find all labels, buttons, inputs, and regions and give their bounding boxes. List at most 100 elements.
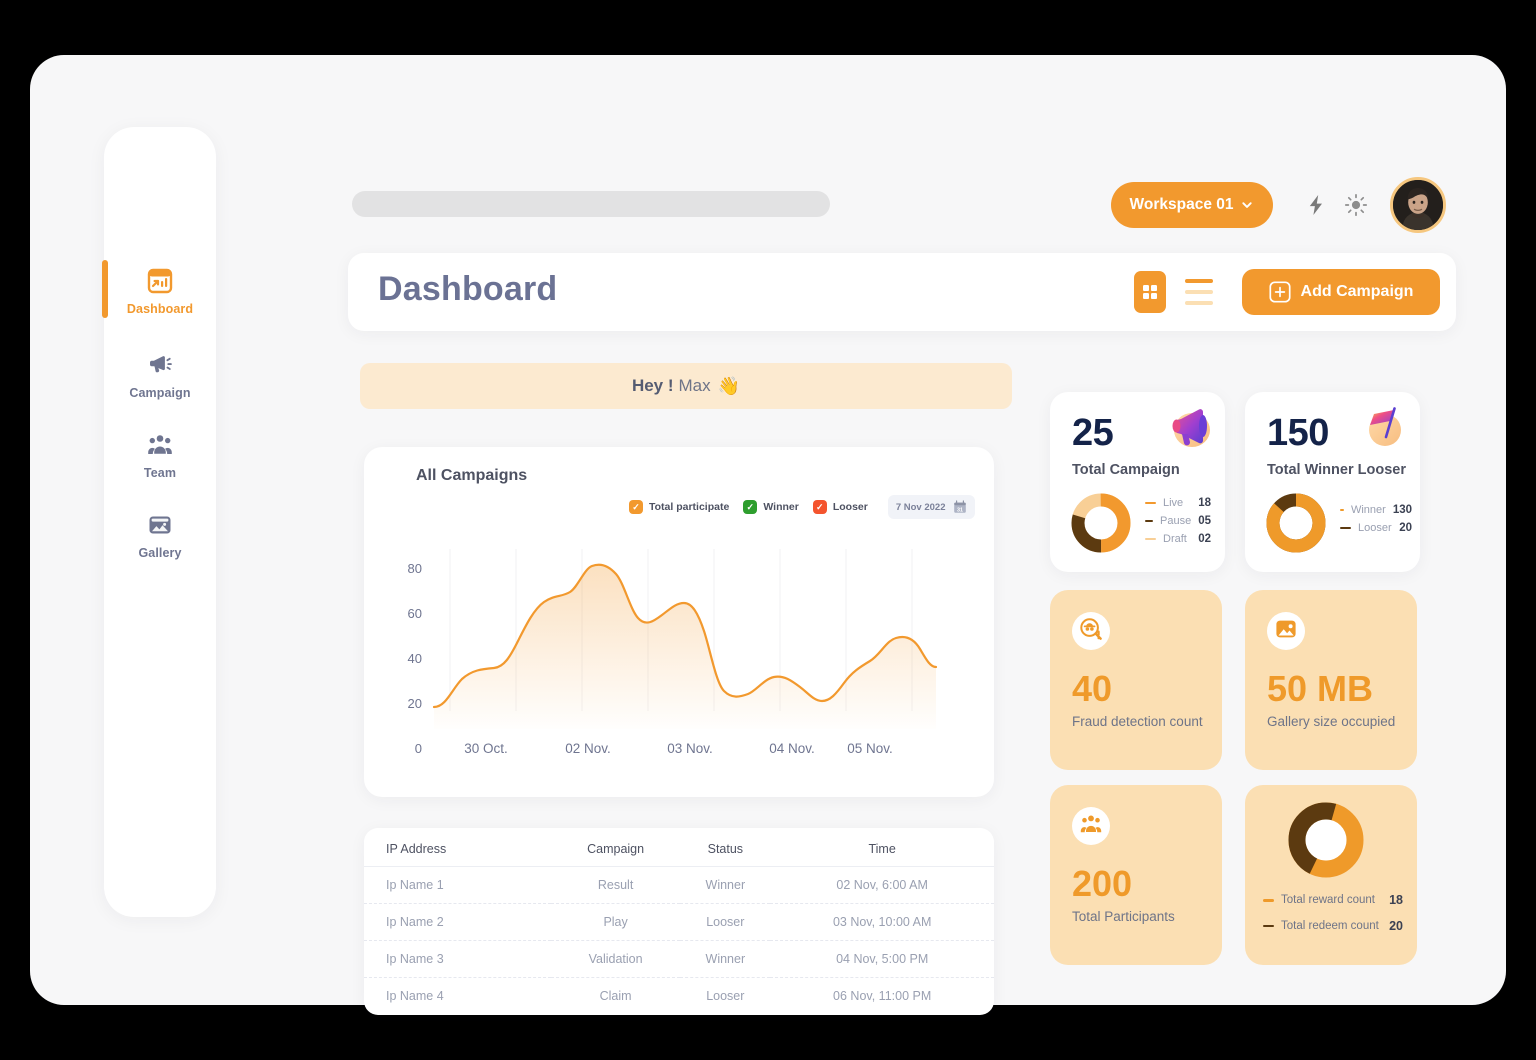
add-campaign-button[interactable]: Add Campaign [1242, 269, 1440, 315]
chart-card: All Campaigns ✓ Total participate ✓ Winn… [364, 447, 994, 797]
sidebar-item-team[interactable]: Team [104, 431, 216, 480]
svg-text:05 Nov.: 05 Nov. [847, 741, 893, 756]
sidebar-item-campaign[interactable]: Campaign [104, 351, 216, 400]
svg-text:31: 31 [957, 507, 963, 513]
gallery-size-card[interactable]: 50 MB Gallery size occupied [1245, 590, 1417, 770]
breakdown-value: 18 [1389, 893, 1403, 907]
dashboard-chart-icon [146, 267, 174, 295]
people-group-icon [1079, 812, 1103, 841]
cell-ip: Ip Name 1 [364, 866, 551, 904]
cell-ip: Ip Name 3 [364, 940, 551, 978]
cell-status: Looser [706, 989, 745, 1003]
cell-time: 02 Nov, 6:00 AM [770, 866, 994, 904]
svg-text:02 Nov.: 02 Nov. [565, 741, 611, 756]
legend-checkbox[interactable]: ✓ [812, 500, 827, 514]
reward-redeem-donut-chart [1285, 799, 1367, 886]
legend-dash [1145, 537, 1156, 541]
chart-title: All Campaigns [416, 467, 528, 484]
breakdown-value: 20 [1389, 918, 1403, 933]
flag-3d-icon [1361, 404, 1409, 457]
activity-table-card: IP Address Campaign Status Time Ip Name … [364, 828, 994, 1015]
list-view-icon[interactable] [1185, 279, 1213, 305]
legend-label: Total participate [649, 501, 730, 513]
greeting-hey: Hey ! [631, 376, 674, 395]
activity-table: IP Address Campaign Status Time Ip Name … [364, 828, 994, 1014]
legend-label: Winner [763, 501, 799, 513]
cell-ip: Ip Name 2 [364, 903, 551, 941]
participants-icon-wrap [1072, 807, 1110, 845]
legend-checkbox[interactable]: ✓ [629, 500, 643, 514]
cell-campaign: Play [550, 903, 681, 941]
breakdown-label: Total reward count [1281, 894, 1375, 906]
chevron-down-icon [1240, 198, 1254, 212]
gallery-size-caption: Gallery size occupied [1267, 714, 1396, 729]
page-title: Dashboard [378, 270, 558, 308]
table-row[interactable]: Ip Name 2 Play Looser 03 Nov, 10:00 AM [364, 903, 994, 941]
column-header-status: Status [680, 828, 771, 867]
grid-view-icon[interactable] [1134, 271, 1166, 313]
legend-item-winner[interactable]: ✓ Winner [743, 500, 799, 514]
gallery-size-value: 50 MB [1267, 668, 1374, 709]
sun-icon[interactable] [1344, 193, 1368, 217]
plus-square-icon [1268, 281, 1291, 303]
sidebar-item-gallery[interactable]: Gallery [104, 511, 216, 560]
legend-checkbox[interactable]: ✓ [743, 500, 758, 514]
svg-text:40: 40 [408, 651, 422, 666]
breakdown-label: Winner [1350, 504, 1386, 516]
calendar-icon: 31 [953, 500, 967, 514]
legend-dash [1145, 501, 1156, 505]
workspace-selector[interactable]: Workspace 01 [1111, 182, 1273, 228]
avatar[interactable] [1390, 177, 1446, 233]
table-row[interactable]: Ip Name 1 Result Winner 02 Nov, 6:00 AM [364, 866, 994, 904]
breakdown-value: 05 [1198, 515, 1211, 527]
legend-item-looser[interactable]: ✓ Looser [812, 500, 868, 514]
list-line [1185, 290, 1213, 294]
list-line [1185, 279, 1213, 283]
megaphone-3d-icon [1162, 404, 1214, 457]
add-campaign-label: Add Campaign [1300, 283, 1414, 300]
fraud-detect-icon [1079, 617, 1103, 646]
date-filter-chip[interactable]: 7 Nov 2022 31 [887, 495, 975, 519]
sidebar: Dashboard Campaign Team Gallery [102, 127, 216, 917]
reward-redeem-card[interactable]: Total reward count 18 Total redeem count… [1245, 785, 1417, 965]
table-row[interactable]: Ip Name 4 Claim Looser 06 Nov, 11:00 PM [364, 978, 994, 1015]
winner-looser-breakdown-legend: Winner 130 Looser 20 [1340, 504, 1412, 534]
total-participants-card[interactable]: 200 Total Participants [1050, 785, 1222, 965]
page-header-card: Dashboard Add Campaign [348, 253, 1456, 331]
reward-redeem-legend: Total reward count 18 Total redeem count… [1263, 893, 1403, 934]
breakdown-label: Pause [1160, 515, 1192, 527]
breakdown-label: Looser [1358, 522, 1392, 534]
svg-text:60: 60 [408, 606, 422, 621]
people-group-icon [146, 431, 174, 459]
breakdown-row-looser: Looser 20 [1340, 522, 1412, 534]
total-winner-looser-card[interactable]: 150 Total Winner Looser Winner 130 Loose… [1245, 392, 1420, 572]
breakdown-row-winner: Winner 130 [1340, 504, 1412, 516]
total-campaign-value: 25 [1072, 412, 1114, 454]
workspace-label: Workspace 01 [1129, 196, 1234, 213]
cell-ip: Ip Name 4 [386, 989, 444, 1003]
column-header-time: Time [770, 828, 994, 867]
cell-status: Winner [680, 940, 771, 978]
table-row[interactable]: Ip Name 3 Validation Winner 04 Nov, 5:00… [364, 940, 994, 978]
table-header-row: IP Address Campaign Status Time [364, 828, 994, 867]
breakdown-row-total-redeem: Total redeem count 20 [1263, 919, 1403, 934]
cell-time: 03 Nov, 10:00 AM [770, 903, 994, 941]
breakdown-row-draft: Draft 02 [1145, 533, 1211, 545]
sidebar-item-label: Dashboard [126, 302, 194, 316]
breakdown-label: Live [1163, 497, 1184, 509]
breakdown-value: 02 [1198, 533, 1211, 545]
sidebar-item-dashboard[interactable]: Dashboard [104, 267, 216, 316]
breakdown-label: Draft [1163, 533, 1187, 545]
winner-looser-value: 150 [1267, 412, 1329, 454]
legend-dash [1340, 508, 1344, 512]
breakdown-value: 18 [1198, 497, 1211, 509]
total-campaign-card[interactable]: 25 Total Campaign Live 18 Pause 05 Draft… [1050, 392, 1225, 572]
lightning-bolt-icon[interactable] [1304, 193, 1328, 217]
fraud-detection-card[interactable]: 40 Fraud detection count [1050, 590, 1222, 770]
search-input[interactable] [352, 191, 830, 217]
fraud-detection-caption: Fraud detection count [1072, 714, 1203, 729]
total-participants-value: 200 [1072, 863, 1133, 904]
legend-item-total-participate[interactable]: ✓ Total participate [629, 500, 729, 514]
cell-campaign: Validation [550, 940, 681, 978]
breakdown-row-total-reward: Total reward count 18 [1263, 893, 1403, 908]
